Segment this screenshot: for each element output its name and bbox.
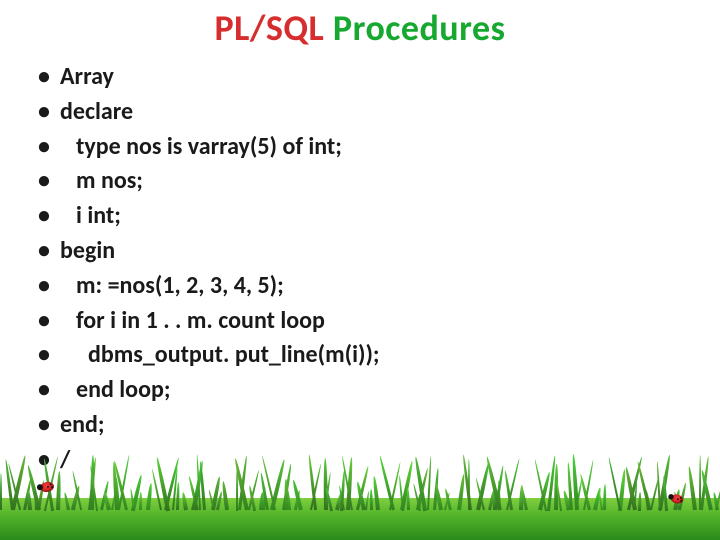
bullet-text: end loop; (60, 373, 170, 408)
list-item: dbms_output. put_line(m(i)); (32, 338, 672, 373)
bullet-text: begin (60, 236, 115, 265)
slide-title: PL/SQL Procedures (0, 6, 720, 50)
bullet-text: Array (60, 62, 114, 91)
bullet-text: m nos; (60, 164, 143, 199)
bullet-text: dbms_output. put_line(m(i)); (60, 338, 380, 373)
grass-base (0, 498, 720, 540)
ladybug-icon (39, 481, 55, 493)
bullet-text: for i in 1 . . m. count loop (60, 304, 325, 339)
list-item: declare (32, 95, 672, 130)
list-item: type nos is varray(5) of int; (32, 130, 672, 165)
title-word-2: Procedures (333, 6, 506, 50)
list-item: i int; (32, 199, 672, 234)
list-item: m: =nos(1, 2, 3, 4, 5); (32, 269, 672, 304)
title-word-1: PL/SQL (214, 6, 324, 50)
list-item: Array (32, 60, 672, 95)
bullet-text: declare (60, 97, 133, 126)
list-item: end; (32, 408, 672, 443)
bullet-text: m: =nos(1, 2, 3, 4, 5); (60, 269, 284, 304)
ladybug-icon (670, 493, 684, 504)
list-item: end loop; (32, 373, 672, 408)
list-item: begin (32, 234, 672, 269)
list-item: m nos; (32, 164, 672, 199)
slide: PL/SQL Procedures Array declare type nos… (0, 0, 720, 540)
content-body: Array declare type nos is varray(5) of i… (32, 60, 672, 478)
list-item: / (32, 443, 672, 478)
bullet-text: type nos is varray(5) of int; (60, 130, 342, 165)
bullet-text: end; (60, 410, 104, 439)
bullet-list: Array declare type nos is varray(5) of i… (32, 60, 672, 478)
bullet-text: i int; (60, 199, 121, 234)
bullet-text: / (60, 445, 70, 474)
list-item: for i in 1 . . m. count loop (32, 304, 672, 339)
